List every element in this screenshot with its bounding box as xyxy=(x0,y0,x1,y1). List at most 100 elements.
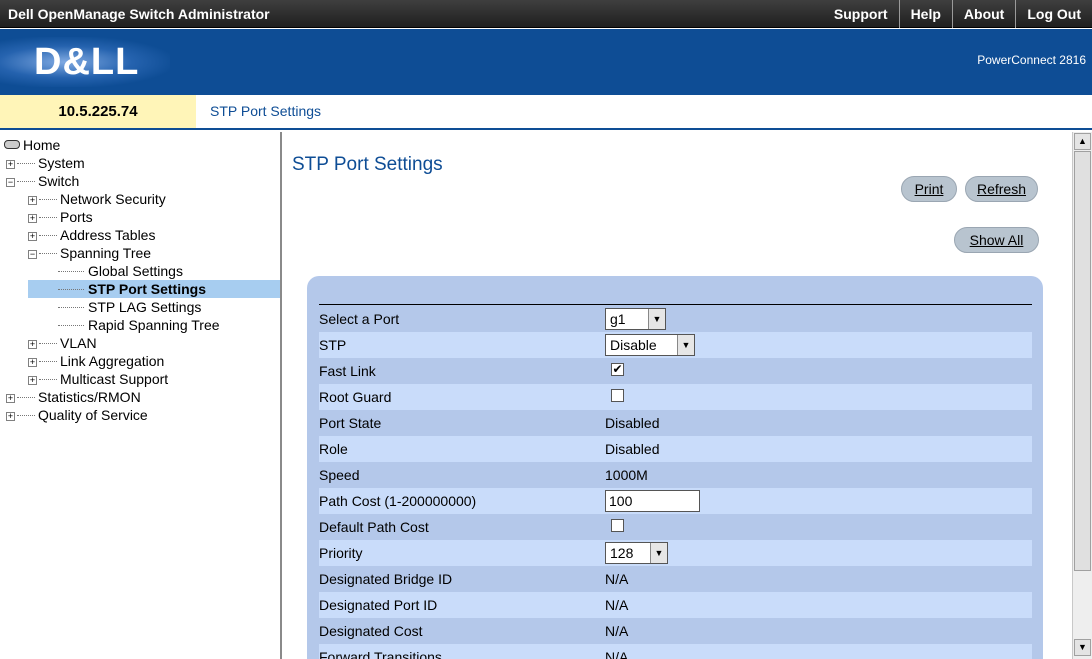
field-label: Forward Transitions xyxy=(319,649,442,659)
field-label: Designated Bridge ID xyxy=(319,571,453,587)
ip-bar: 10.5.225.74 STP Port Settings xyxy=(0,95,1092,130)
select-value: 128 xyxy=(610,545,634,561)
tree-label: Quality of Service xyxy=(38,407,148,423)
scrollbar-thumb[interactable] xyxy=(1074,151,1091,571)
expand-icon[interactable]: + xyxy=(28,214,37,223)
row-designated-port-id: Designated Port ID N/A xyxy=(319,592,1032,618)
stp-select[interactable]: Disable ▼ xyxy=(605,334,695,356)
tree-address-tables[interactable]: + Address Tables xyxy=(28,226,155,244)
tree-vlan[interactable]: + VLAN xyxy=(28,334,97,352)
tree-stp-port-settings[interactable]: STP Port Settings xyxy=(28,280,280,298)
expand-icon[interactable]: + xyxy=(28,232,37,241)
row-designated-cost: Designated Cost N/A xyxy=(319,618,1032,644)
tree-home[interactable]: Home xyxy=(4,136,60,154)
collapse-icon[interactable]: − xyxy=(6,178,15,187)
field-label: Select a Port xyxy=(319,311,400,327)
model-name: PowerConnect 2816 xyxy=(977,53,1086,67)
select-value: Disable xyxy=(610,337,657,353)
tree-label: Multicast Support xyxy=(60,371,169,387)
fast-link-checkbox[interactable]: ✔ xyxy=(611,363,624,376)
expand-icon[interactable]: + xyxy=(6,412,15,421)
tree-label: System xyxy=(38,155,85,171)
field-label: Speed xyxy=(319,467,360,483)
expand-icon[interactable]: + xyxy=(6,160,15,169)
designated-bridge-id-value: N/A xyxy=(605,571,629,587)
tree-quality-of-service[interactable]: + Quality of Service xyxy=(6,406,148,424)
row-speed: Speed 1000M xyxy=(319,462,1032,488)
expand-icon[interactable]: + xyxy=(28,196,37,205)
speed-value: 1000M xyxy=(605,467,648,483)
tree-statistics-rmon[interactable]: + Statistics/RMON xyxy=(6,388,141,406)
dell-logo: D&LL xyxy=(34,41,140,83)
support-link[interactable]: Support xyxy=(823,0,899,28)
tree-network-security[interactable]: + Network Security xyxy=(28,190,166,208)
tree-label: Global Settings xyxy=(88,263,183,279)
breadcrumb: STP Port Settings xyxy=(196,95,1092,128)
tree-system[interactable]: + System xyxy=(6,154,85,172)
row-root-guard: Root Guard xyxy=(319,384,1032,410)
tree-label: Home xyxy=(23,137,61,153)
home-icon xyxy=(4,140,20,149)
tree-label: Address Tables xyxy=(60,227,156,243)
tree-label: Rapid Spanning Tree xyxy=(88,317,220,333)
forward-transitions-value: N/A xyxy=(605,649,629,659)
chevron-down-icon: ▼ xyxy=(650,543,667,563)
row-fast-link: Fast Link ✔ xyxy=(319,358,1032,384)
settings-panel: Select a Port g1 ▼ STP Disable ▼ Fast Li… xyxy=(307,276,1043,659)
port-state-value: Disabled xyxy=(605,415,660,431)
root-guard-checkbox[interactable] xyxy=(611,389,624,402)
field-label: Port State xyxy=(319,415,382,431)
field-label: Designated Cost xyxy=(319,623,423,639)
tree-multicast-support[interactable]: + Multicast Support xyxy=(28,370,168,388)
tree-global-settings[interactable]: Global Settings xyxy=(58,262,183,280)
help-link[interactable]: Help xyxy=(898,0,952,28)
top-links: Support Help About Log Out xyxy=(823,0,1092,28)
designated-port-id-value: N/A xyxy=(605,597,629,613)
field-label: Designated Port ID xyxy=(319,597,438,613)
divider xyxy=(319,304,1032,305)
field-label: Path Cost (1-200000000) xyxy=(319,493,477,509)
tree-switch[interactable]: − Switch xyxy=(6,172,79,190)
tree-stp-lag-settings[interactable]: STP LAG Settings xyxy=(58,298,201,316)
expand-icon[interactable]: + xyxy=(28,376,37,385)
main-content: STP Port Settings Print Refresh Show All… xyxy=(284,132,1072,659)
row-port-state: Port State Disabled xyxy=(319,410,1032,436)
logout-link[interactable]: Log Out xyxy=(1015,0,1092,28)
row-priority: Priority 128 ▼ xyxy=(319,540,1032,566)
expand-icon[interactable]: + xyxy=(28,340,37,349)
row-stp: STP Disable ▼ xyxy=(319,332,1032,358)
row-select-port: Select a Port g1 ▼ xyxy=(319,306,1032,332)
tree-ports[interactable]: + Ports xyxy=(28,208,93,226)
port-select[interactable]: g1 ▼ xyxy=(605,308,666,330)
print-button[interactable]: Print xyxy=(901,176,957,202)
navigation-tree: Home + System − Switch + Network Security +… xyxy=(0,132,282,659)
row-role: Role Disabled xyxy=(319,436,1032,462)
row-path-cost: Path Cost (1-200000000) 100 xyxy=(319,488,1032,514)
tree-label: Ports xyxy=(60,209,93,225)
device-ip: 10.5.225.74 xyxy=(0,95,196,128)
tree-link-aggregation[interactable]: + Link Aggregation xyxy=(28,352,164,370)
vertical-scrollbar[interactable]: ▲ ▼ xyxy=(1072,132,1092,659)
tree-spanning-tree[interactable]: − Spanning Tree xyxy=(28,244,151,262)
chevron-down-icon: ▼ xyxy=(677,335,694,355)
default-path-cost-checkbox[interactable] xyxy=(611,519,624,532)
row-forward-transitions: Forward Transitions N/A xyxy=(319,644,1032,659)
scroll-up-icon[interactable]: ▲ xyxy=(1074,133,1091,150)
tree-rapid-spanning-tree[interactable]: Rapid Spanning Tree xyxy=(58,316,220,334)
tree-label: Switch xyxy=(38,173,80,189)
show-all-button[interactable]: Show All xyxy=(954,227,1039,253)
expand-icon[interactable]: + xyxy=(6,394,15,403)
row-default-path-cost: Default Path Cost xyxy=(319,514,1032,540)
designated-cost-value: N/A xyxy=(605,623,629,639)
expand-icon[interactable]: + xyxy=(28,358,37,367)
refresh-button[interactable]: Refresh xyxy=(965,176,1038,202)
collapse-icon[interactable]: − xyxy=(28,250,37,259)
page-title: STP Port Settings xyxy=(292,154,443,175)
scroll-down-icon[interactable]: ▼ xyxy=(1074,639,1091,656)
path-cost-input[interactable]: 100 xyxy=(605,490,700,512)
about-link[interactable]: About xyxy=(951,0,1015,28)
brand-band: D&LL PowerConnect 2816 xyxy=(0,29,1092,95)
tree-label: Link Aggregation xyxy=(60,353,165,369)
priority-select[interactable]: 128 ▼ xyxy=(605,542,668,564)
field-label: STP xyxy=(319,337,347,353)
